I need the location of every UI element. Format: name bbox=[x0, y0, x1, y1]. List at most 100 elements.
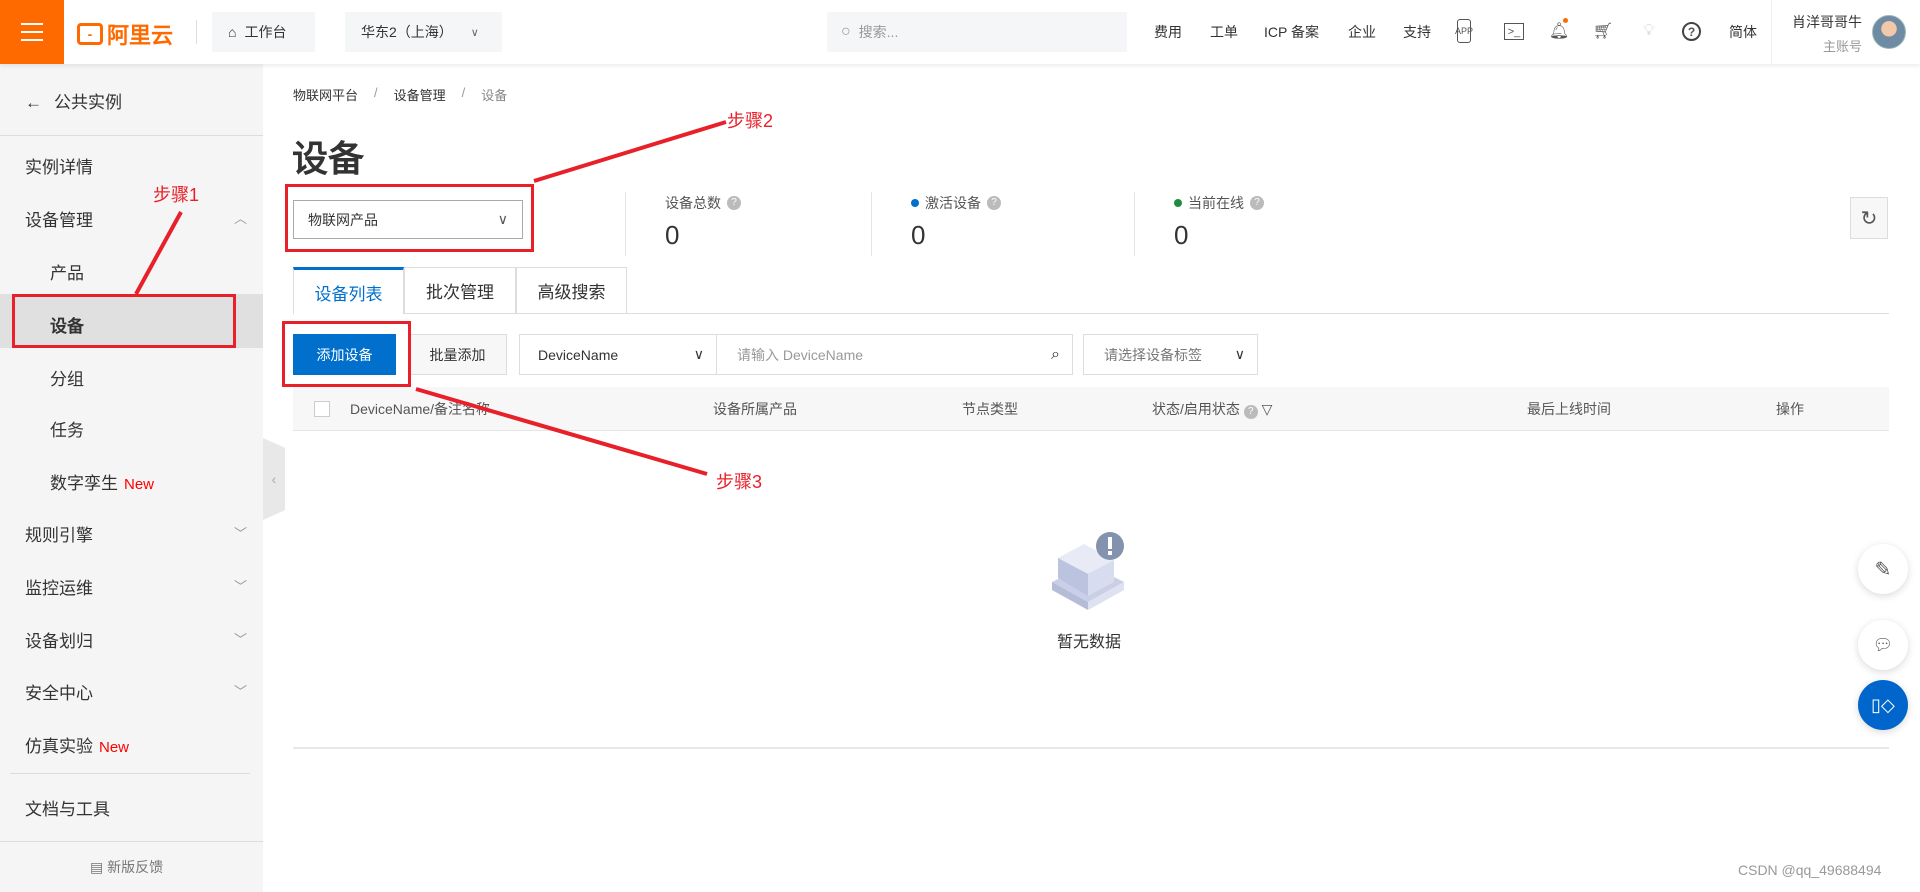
nav-billing[interactable]: 费用 bbox=[1154, 22, 1182, 42]
user-name: 肖洋哥哥牛 bbox=[1792, 14, 1862, 30]
column-actions: 操作 bbox=[1776, 401, 1804, 417]
app-icon[interactable]: APP bbox=[1455, 19, 1473, 43]
language-switch[interactable]: 简体 bbox=[1729, 22, 1757, 42]
filter-field-select[interactable]: DeviceName ∨ bbox=[519, 334, 717, 375]
select-all-checkbox[interactable] bbox=[314, 401, 330, 417]
edit-button[interactable]: ✎ bbox=[1858, 544, 1908, 594]
annotation-step3: 步骤3 bbox=[716, 472, 763, 492]
tab-advanced-search[interactable]: 高级搜索 bbox=[516, 267, 627, 313]
sidebar-item-group[interactable]: 分组 bbox=[50, 365, 84, 390]
nav-icp[interactable]: ICP 备案 bbox=[1264, 22, 1319, 42]
stat-total-value: 0 bbox=[665, 220, 680, 250]
new-badge: New bbox=[124, 476, 155, 493]
breadcrumb-iot[interactable]: 物联网平台 bbox=[293, 85, 358, 104]
sidebar-item-digital-twin[interactable]: 数字孪生 New bbox=[50, 469, 154, 494]
arrow-left-icon: ← bbox=[25, 93, 42, 112]
collapse-sidebar-button[interactable]: ‹ bbox=[263, 438, 285, 520]
annotation-line-step2 bbox=[533, 120, 727, 183]
tab-device-list[interactable]: 设备列表 bbox=[293, 267, 404, 314]
stat-active-value: 0 bbox=[911, 220, 926, 250]
nav-enterprise[interactable]: 企业 bbox=[1348, 22, 1376, 42]
apps-grid-icon: ▯◇ bbox=[1871, 694, 1895, 715]
sidebar-item-monitor[interactable]: 监控运维 bbox=[25, 574, 93, 599]
watermark: CSDN @qq_49688494 bbox=[1738, 862, 1882, 878]
nav-support[interactable]: 支持 bbox=[1403, 22, 1431, 42]
annotation-box-step2 bbox=[285, 184, 534, 252]
sidebar-item-device-mgmt[interactable]: 设备管理 bbox=[25, 206, 93, 231]
tabs-baseline bbox=[293, 313, 1889, 314]
back-label: 公共实例 bbox=[54, 93, 122, 112]
tab-batch-mgmt[interactable]: 批次管理 bbox=[404, 267, 516, 313]
stat-label: 激活设备 bbox=[925, 195, 981, 211]
help-icon[interactable]: ? bbox=[1243, 405, 1258, 419]
help-icon[interactable]: ? bbox=[727, 196, 741, 210]
breadcrumb-device-mgmt[interactable]: 设备管理 bbox=[394, 85, 446, 104]
stat-online-label: 当前在线? bbox=[1174, 193, 1264, 213]
stat-total-label: 设备总数? bbox=[665, 193, 741, 213]
aliyun-logo[interactable]: - 阿里云 bbox=[77, 18, 173, 50]
lightbulb-icon[interactable]: 💡︎ bbox=[1638, 20, 1660, 42]
divider bbox=[625, 192, 626, 256]
region-label: 华东2（上海） bbox=[361, 24, 453, 40]
terminal-icon[interactable]: >_ bbox=[1504, 23, 1524, 40]
feedback-label: 新版反馈 bbox=[107, 859, 164, 875]
back-to-instances[interactable]: ← 公共实例 bbox=[25, 88, 122, 113]
cart-icon[interactable]: 🛒︎ bbox=[1592, 20, 1614, 42]
refresh-button[interactable]: ↻ bbox=[1850, 197, 1888, 239]
divider bbox=[871, 192, 872, 256]
top-header: - 阿里云 ⌂ 工作台 华东2（上海） ∨ ○ 搜索... 费用 工单 ICP 备案 企… bbox=[0, 0, 1920, 64]
column-last-online: 最后上线时间 bbox=[1527, 401, 1611, 417]
stat-label: 当前在线 bbox=[1188, 195, 1244, 211]
sidebar-item-rule-engine[interactable]: 规则引擎 bbox=[25, 521, 93, 546]
chevron-down-icon: ﹀ bbox=[234, 684, 248, 699]
green-dot-icon bbox=[1174, 199, 1182, 207]
workbench-label: 工作台 bbox=[244, 24, 287, 40]
divider bbox=[196, 20, 197, 44]
search-placeholder: 搜索... bbox=[858, 24, 899, 40]
chevron-down-icon: ﹀ bbox=[234, 526, 248, 541]
sidebar-item-docs[interactable]: 文档与工具 bbox=[25, 795, 110, 820]
column-status: 状态/启用状态 ? ▽ bbox=[1152, 387, 1272, 431]
annotation-step1: 步骤1 bbox=[153, 185, 200, 205]
region-select[interactable]: 华东2（上海） ∨ bbox=[345, 12, 502, 52]
chat-icon: 💬︎ bbox=[1872, 637, 1894, 654]
sidebar-item-device-assign[interactable]: 设备划归 bbox=[25, 627, 93, 652]
chevron-down-icon: ∨ bbox=[693, 346, 704, 362]
annotation-box-step1 bbox=[12, 294, 236, 348]
device-tag-select[interactable]: 请选择设备标签 ∨ bbox=[1083, 334, 1258, 375]
device-name-search-input[interactable]: 请输入 DeviceName ⌕ bbox=[716, 334, 1073, 375]
notification-dot bbox=[1563, 18, 1568, 23]
help-icon[interactable]: ? bbox=[1682, 22, 1701, 41]
sidebar-item-instance-detail[interactable]: 实例详情 bbox=[25, 153, 93, 178]
search-icon[interactable]: ⌕ bbox=[1051, 346, 1060, 364]
filter-icon[interactable]: ▽ bbox=[1262, 401, 1273, 417]
sidebar-item-simulation[interactable]: 仿真实验 New bbox=[25, 732, 129, 757]
table-bottom-divider bbox=[293, 747, 1889, 749]
account-type: 主账号 bbox=[1822, 39, 1862, 54]
divider bbox=[0, 135, 263, 136]
apps-button[interactable]: ▯◇ bbox=[1858, 680, 1908, 730]
workbench-button[interactable]: ⌂ 工作台 bbox=[212, 12, 315, 52]
empty-data-text: 暂无数据 bbox=[1057, 634, 1122, 651]
annotation-step2: 步骤2 bbox=[727, 111, 774, 131]
help-icon[interactable]: ? bbox=[987, 196, 1001, 210]
avatar[interactable] bbox=[1872, 15, 1906, 49]
annotation-arrows bbox=[134, 120, 727, 476]
column-node-type: 节点类型 bbox=[962, 401, 1018, 417]
bell-icon[interactable]: 🔔︎ bbox=[1548, 18, 1570, 42]
brand-text: 阿里云 bbox=[107, 23, 174, 48]
divider bbox=[10, 773, 250, 774]
stat-online-value: 0 bbox=[1174, 220, 1189, 250]
chat-button[interactable]: 💬︎ bbox=[1858, 620, 1908, 670]
sidebar-item-task[interactable]: 任务 bbox=[50, 416, 84, 441]
nav-ticket[interactable]: 工单 bbox=[1210, 22, 1238, 42]
batch-add-button[interactable]: 批量添加 bbox=[408, 334, 507, 375]
sidebar-item-security[interactable]: 安全中心 bbox=[25, 679, 93, 704]
help-icon[interactable]: ? bbox=[1250, 196, 1264, 210]
feedback-button[interactable]: ▤ 新版反馈 bbox=[90, 857, 163, 877]
global-search-input[interactable]: ○ 搜索... bbox=[827, 12, 1127, 52]
menu-button[interactable] bbox=[0, 0, 64, 64]
sidebar-item-product[interactable]: 产品 bbox=[50, 259, 84, 284]
user-info[interactable]: 肖洋哥哥牛 主账号 bbox=[1780, 12, 1862, 55]
column-device-name: DeviceName/备注名称 bbox=[350, 401, 491, 417]
